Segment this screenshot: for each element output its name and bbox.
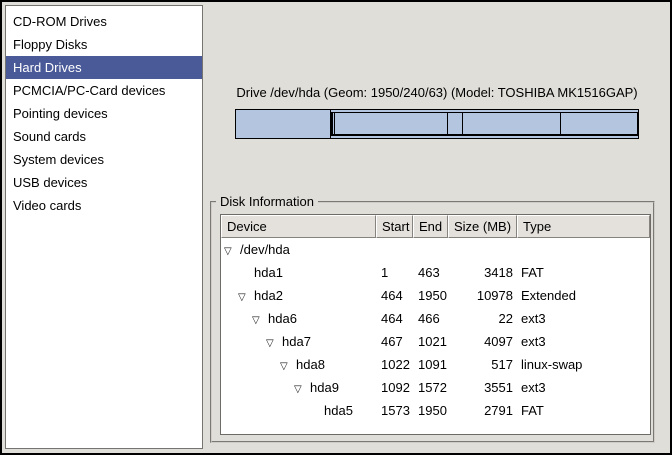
partition-segment-hda1 (236, 110, 331, 138)
sidebar-item-cd-rom-drives[interactable]: CD-ROM Drives (6, 10, 202, 33)
sidebar-item-floppy-disks[interactable]: Floppy Disks (6, 33, 202, 56)
cell-start: 1573 (376, 399, 413, 422)
cell-start: 1092 (376, 376, 413, 399)
cell-size-mb: 4097 (448, 330, 517, 353)
partition-segment-hda5 (560, 113, 637, 134)
cell-size-mb: 3551 (448, 376, 517, 399)
sidebar-item-system-devices[interactable]: System devices (6, 148, 202, 171)
disk-information-title: Disk Information (216, 194, 318, 209)
hardware-browser-window: CD-ROM DrivesFloppy DisksHard DrivesPCMC… (0, 0, 672, 455)
cell-end: 1572 (413, 376, 448, 399)
cell-type: FAT (517, 261, 650, 284)
cell-end: 463 (413, 261, 448, 284)
device-name: hda2 (254, 288, 283, 303)
partition-segment-hda7 (334, 113, 447, 134)
device-name: hda8 (296, 357, 325, 372)
cell-start: 464 (376, 307, 413, 330)
partition-segment-hda9 (462, 113, 560, 134)
cell-type: ext3 (517, 376, 650, 399)
cell-start: 1022 (376, 353, 413, 376)
cell-type: ext3 (517, 307, 650, 330)
cell-size-mb: 22 (448, 307, 517, 330)
table-row-hda1[interactable]: hda1 14633418FAT (221, 261, 650, 284)
cell-start (376, 238, 413, 261)
expander-icon[interactable]: ▽ (294, 378, 310, 399)
table-row-hda9[interactable]: ▽hda9 109215723551ext3 (221, 376, 650, 399)
device-name: hda9 (310, 380, 339, 395)
cell-size-mb: 517 (448, 353, 517, 376)
table-row-hda6[interactable]: ▽hda6 46446622ext3 (221, 307, 650, 330)
cell-size-mb: 3418 (448, 261, 517, 284)
device-name: hda5 (324, 403, 353, 418)
cell-size-mb: 10978 (448, 284, 517, 307)
cell-type: ext3 (517, 330, 650, 353)
cell-end: 466 (413, 307, 448, 330)
column-header-start[interactable]: Start (376, 215, 413, 238)
extended-partition-box (331, 112, 638, 136)
sidebar-item-sound-cards[interactable]: Sound cards (6, 125, 202, 148)
cell-start: 464 (376, 284, 413, 307)
sidebar-item-hard-drives[interactable]: Hard Drives (6, 56, 202, 79)
expander-icon[interactable]: ▽ (266, 332, 282, 353)
cell-end: 1021 (413, 330, 448, 353)
column-header-size-mb-[interactable]: Size (MB) (448, 215, 517, 238)
disk-table-body: ▽/dev/hdahda114633418FAT▽hda246419501097… (221, 238, 650, 422)
sidebar-item-pcmcia-pc-card-devices[interactable]: PCMCIA/PC-Card devices (6, 79, 202, 102)
table-row-hda2[interactable]: ▽hda2 464195010978Extended (221, 284, 650, 307)
expander-icon[interactable]: ▽ (224, 240, 240, 261)
sidebar-item-usb-devices[interactable]: USB devices (6, 171, 202, 194)
column-header-end[interactable]: End (413, 215, 448, 238)
column-header-device[interactable]: Device (221, 215, 376, 238)
table-row-hda5[interactable]: hda5 157319502791FAT (221, 399, 650, 422)
expander-icon[interactable]: ▽ (280, 355, 296, 376)
device-name: hda7 (282, 334, 311, 349)
sidebar-item-video-cards[interactable]: Video cards (6, 194, 202, 217)
partition-segment-hda8 (447, 113, 462, 134)
device-name: hda1 (254, 265, 283, 280)
cell-size-mb: 2791 (448, 399, 517, 422)
drive-label: Drive /dev/hda (Geom: 1950/240/63) (Mode… (235, 85, 639, 100)
cell-size-mb (448, 238, 517, 261)
cell-end: 1950 (413, 399, 448, 422)
column-header-type[interactable]: Type (517, 215, 650, 238)
table-row-hda8[interactable]: ▽hda8 10221091517linux-swap (221, 353, 650, 376)
cell-end (413, 238, 448, 261)
device-category-list: CD-ROM DrivesFloppy DisksHard DrivesPCMC… (5, 5, 203, 449)
cell-type: linux-swap (517, 353, 650, 376)
table-row--dev-hda[interactable]: ▽/dev/hda (221, 238, 650, 261)
main-panel: Drive /dev/hda (Geom: 1950/240/63) (Mode… (204, 4, 668, 451)
cell-type: Extended (517, 284, 650, 307)
cell-start: 1 (376, 261, 413, 284)
cell-start: 467 (376, 330, 413, 353)
disk-table: DeviceStartEndSize (MB)Type ▽/dev/hdahda… (220, 214, 651, 435)
device-name: /dev/hda (240, 242, 290, 257)
cell-end: 1950 (413, 284, 448, 307)
device-name: hda6 (268, 311, 297, 326)
cell-type: FAT (517, 399, 650, 422)
cell-end: 1091 (413, 353, 448, 376)
partition-bar (235, 109, 639, 139)
expander-icon[interactable]: ▽ (252, 309, 268, 330)
cell-type (517, 238, 650, 261)
disk-table-header: DeviceStartEndSize (MB)Type (221, 215, 650, 238)
table-row-hda7[interactable]: ▽hda7 46710214097ext3 (221, 330, 650, 353)
expander-icon[interactable]: ▽ (238, 286, 254, 307)
sidebar-item-pointing-devices[interactable]: Pointing devices (6, 102, 202, 125)
